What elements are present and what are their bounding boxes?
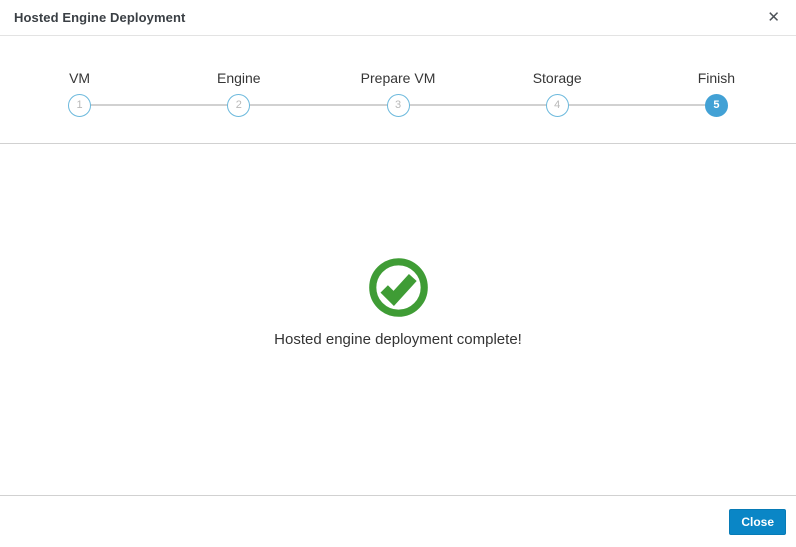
modal-footer: Close [0,495,796,547]
steps-track: VM 1 Engine 2 Prepare VM 3 Storage 4 Fin… [0,36,796,143]
step-number-badge: 3 [386,94,410,117]
step-label: Finish [697,70,736,86]
close-button[interactable]: Close [729,508,786,535]
hosted-engine-deployment-dialog: Hosted Engine Deployment ✕ VM 1 Engine 2… [0,0,796,547]
step-number-badge: 4 [545,94,569,117]
step-number-badge: 1 [68,94,92,117]
wizard-content: Hosted engine deployment complete! [0,144,796,495]
wizard-step-vm[interactable]: VM 1 [0,36,159,143]
wizard-step-storage[interactable]: Storage 4 [478,36,637,143]
modal-header: Hosted Engine Deployment ✕ [0,0,796,36]
close-icon[interactable]: ✕ [765,6,782,29]
modal-title: Hosted Engine Deployment [14,10,186,25]
wizard-step-prepare-vm[interactable]: Prepare VM 3 [318,36,477,143]
wizard-steps: VM 1 Engine 2 Prepare VM 3 Storage 4 Fin… [0,36,796,144]
step-label: Prepare VM [360,70,436,86]
deployment-complete-message: Hosted engine deployment complete! [274,331,522,348]
step-number-badge: 5 [704,94,728,117]
step-number-badge: 2 [227,94,251,117]
wizard-step-engine[interactable]: Engine 2 [159,36,318,143]
step-label: VM [69,70,91,86]
check-circle-icon [368,258,428,317]
step-label: Storage [532,70,582,86]
wizard-step-finish[interactable]: Finish 5 [637,36,796,143]
step-label: Engine [217,70,261,86]
